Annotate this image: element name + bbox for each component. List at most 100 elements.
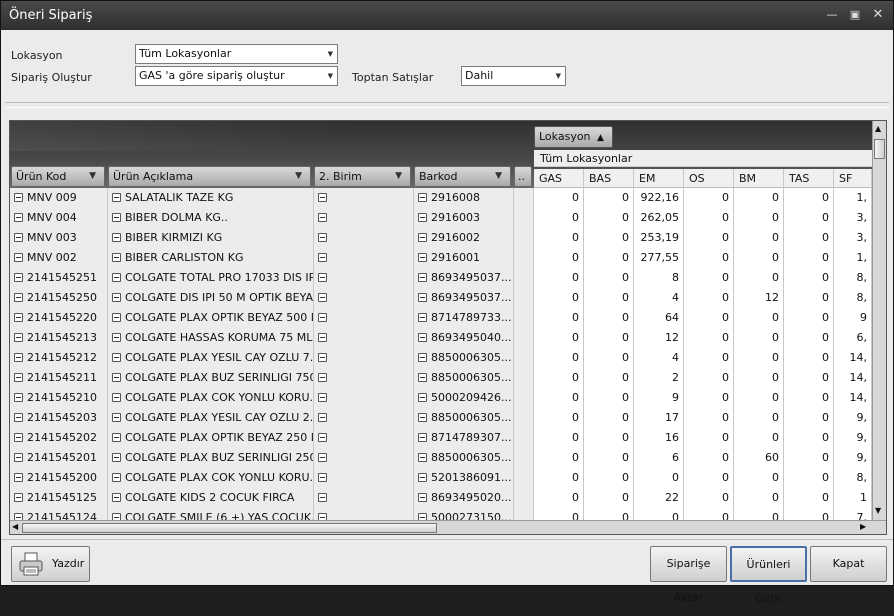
cell-value[interactable]: 0 [684, 388, 734, 408]
scroll-down-icon[interactable]: ▼ [875, 505, 881, 517]
cell-empty[interactable] [514, 308, 534, 328]
cell-value[interactable]: 0 [584, 308, 634, 328]
cell-value[interactable]: 0 [534, 248, 584, 268]
pivot-column-header[interactable]: BAS [584, 169, 634, 188]
cell-value[interactable]: 0 [584, 328, 634, 348]
cell-aciklama[interactable]: COLGATE PLAX BUZ SERINLIGI 750... [108, 368, 314, 388]
cell-value[interactable]: 0 [734, 308, 784, 328]
cell-value[interactable]: 0 [534, 208, 584, 228]
cell-value[interactable]: 0 [534, 328, 584, 348]
cell-barkod[interactable]: 8850006305... [414, 368, 514, 388]
cell-kod[interactable]: MNV 003 [10, 228, 108, 248]
pivot-column-header[interactable]: BM [734, 169, 784, 188]
cell-value[interactable]: 3, [834, 208, 872, 228]
cell-value[interactable]: 0 [634, 508, 684, 520]
cell-value[interactable]: 0 [734, 268, 784, 288]
table-row[interactable]: MNV 003 BIBER KIRMIZI KG 2916002 0 0 253,19 0 0… [10, 228, 872, 248]
cell-aciklama[interactable]: COLGATE PLAX OPTIK BEYAZ 500 ML [108, 308, 314, 328]
cell-value[interactable]: 0 [684, 468, 734, 488]
cell-value[interactable]: 0 [534, 408, 584, 428]
cell-barkod[interactable]: 2916002 [414, 228, 514, 248]
cell-value[interactable]: 9 [834, 308, 872, 328]
cell-value[interactable]: 0 [684, 448, 734, 468]
table-row[interactable]: 2141545125 COLGATE KIDS 2 COCUK FIRCA 8693… [10, 488, 872, 508]
cell-aciklama[interactable]: COLGATE PLAX OPTIK BEYAZ 250 ML [108, 428, 314, 448]
cell-value[interactable]: 0 [784, 428, 834, 448]
cell-value[interactable]: 0 [734, 468, 784, 488]
cell-value[interactable]: 0 [734, 408, 784, 428]
cell-birim[interactable] [314, 408, 414, 428]
cell-value[interactable]: 262,05 [634, 208, 684, 228]
cell-birim[interactable] [314, 308, 414, 328]
maximize-icon[interactable]: ▣ [847, 8, 863, 22]
cell-value[interactable]: 1, [834, 248, 872, 268]
cell-aciklama[interactable]: COLGATE TOTAL PRO 17033 DIS IPI [108, 268, 314, 288]
table-row[interactable]: 2141545201 COLGATE PLAX BUZ SERINLIGI 250… [10, 448, 872, 468]
pivot-column-header[interactable]: EM [634, 169, 684, 188]
cell-value[interactable]: 8, [834, 468, 872, 488]
cell-kod[interactable]: 2141545125 [10, 488, 108, 508]
cell-empty[interactable] [514, 288, 534, 308]
cell-empty[interactable] [514, 248, 534, 268]
cell-empty[interactable] [514, 488, 534, 508]
cell-value[interactable]: 0 [534, 468, 584, 488]
cell-aciklama[interactable]: BIBER KIRMIZI KG [108, 228, 314, 248]
cell-empty[interactable] [514, 508, 534, 520]
cell-value[interactable]: 8, [834, 288, 872, 308]
cell-kod[interactable]: MNV 004 [10, 208, 108, 228]
table-row[interactable]: 2141545212 COLGATE PLAX YESIL CAY OZLU 7.… [10, 348, 872, 368]
table-row[interactable]: 2141545213 COLGATE HASSAS KORUMA 75 ML...… [10, 328, 872, 348]
cell-value[interactable]: 0 [534, 388, 584, 408]
cell-value[interactable]: 1, [834, 188, 872, 208]
cell-value[interactable]: 0 [584, 368, 634, 388]
cell-birim[interactable] [314, 508, 414, 520]
cell-barkod[interactable]: 8850006305... [414, 448, 514, 468]
cell-value[interactable]: 0 [784, 348, 834, 368]
cell-empty[interactable] [514, 188, 534, 208]
cell-value[interactable]: 0 [584, 428, 634, 448]
cell-kod[interactable]: 2141545250 [10, 288, 108, 308]
cell-value[interactable]: 9, [834, 428, 872, 448]
cell-value[interactable]: 0 [584, 248, 634, 268]
cell-value[interactable]: 0 [684, 188, 734, 208]
cell-value[interactable]: 9, [834, 408, 872, 428]
cell-value[interactable]: 0 [684, 248, 734, 268]
cell-value[interactable]: 0 [784, 328, 834, 348]
horizontal-scrollbar[interactable]: ◀ ▶ [10, 520, 886, 534]
cell-value[interactable]: 0 [784, 388, 834, 408]
cell-value[interactable]: 14, [834, 368, 872, 388]
cell-value[interactable]: 0 [784, 468, 834, 488]
cell-value[interactable]: 0 [584, 408, 634, 428]
table-row[interactable]: 2141545220 COLGATE PLAX OPTIK BEYAZ 500 M… [10, 308, 872, 328]
column-header-more[interactable]: .. [514, 166, 532, 187]
cell-value[interactable]: 0 [734, 208, 784, 228]
cell-value[interactable]: 0 [784, 288, 834, 308]
cell-value[interactable]: 0 [684, 508, 734, 520]
cell-empty[interactable] [514, 328, 534, 348]
cell-value[interactable]: 0 [584, 268, 634, 288]
cell-value[interactable]: 0 [784, 448, 834, 468]
cell-value[interactable]: 0 [534, 348, 584, 368]
cell-empty[interactable] [514, 228, 534, 248]
column-header-barkod[interactable]: Barkod ▼ [414, 166, 511, 187]
cell-birim[interactable] [314, 208, 414, 228]
cell-value[interactable]: 0 [684, 288, 734, 308]
cell-empty[interactable] [514, 368, 534, 388]
cell-barkod[interactable]: 8693495040... [414, 328, 514, 348]
toptan-satislar-select[interactable]: Dahil ▼ [461, 66, 566, 86]
filter-icon[interactable]: ▼ [295, 167, 302, 186]
cell-value[interactable]: 0 [534, 368, 584, 388]
cell-birim[interactable] [314, 228, 414, 248]
cell-barkod[interactable]: 8850006305... [414, 348, 514, 368]
cell-aciklama[interactable]: COLGATE KIDS 2 COCUK FIRCA [108, 488, 314, 508]
cell-kod[interactable]: MNV 009 [10, 188, 108, 208]
cell-kod[interactable]: 2141545124 [10, 508, 108, 520]
cell-value[interactable]: 60 [734, 448, 784, 468]
cell-value[interactable]: 0 [734, 188, 784, 208]
filter-icon[interactable]: ▼ [495, 167, 502, 186]
close-icon[interactable]: ✕ [870, 8, 886, 22]
cell-value[interactable]: 0 [734, 428, 784, 448]
cell-value[interactable]: 0 [584, 288, 634, 308]
cell-birim[interactable] [314, 488, 414, 508]
cell-value[interactable]: 0 [684, 348, 734, 368]
